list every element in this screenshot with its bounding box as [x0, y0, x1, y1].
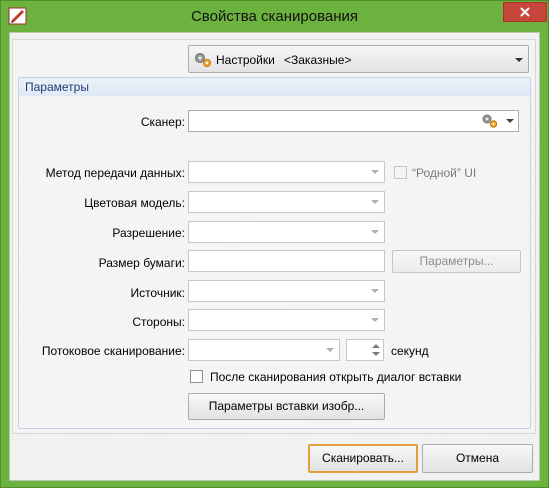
source-label: Источник:: [130, 286, 185, 300]
transfer-method-dropdown[interactable]: [188, 161, 385, 183]
sides-label: Стороны:: [132, 315, 185, 329]
color-model-dropdown[interactable]: [188, 191, 385, 213]
native-ui-checkbox[interactable]: [394, 166, 407, 179]
source-dropdown[interactable]: [188, 280, 385, 302]
paper-size-field[interactable]: [188, 250, 385, 272]
paper-size-label: Размер бумаги:: [98, 256, 185, 270]
chevron-down-icon: [515, 58, 523, 62]
sides-dropdown[interactable]: [188, 309, 385, 331]
seconds-spinner[interactable]: [346, 339, 384, 361]
chevron-down-icon: [371, 230, 379, 234]
parameters-group-title: Параметры: [25, 80, 89, 94]
close-button[interactable]: [503, 2, 547, 22]
after-scan-checkbox[interactable]: [190, 370, 203, 383]
stream-scanning-label: Потоковое сканирование:: [41, 344, 185, 358]
chevron-down-icon: [371, 170, 379, 174]
presets-dropdown[interactable]: Настройки <Заказные>: [188, 45, 529, 73]
transfer-method-label: Метод передачи данных:: [45, 166, 185, 180]
paper-params-button[interactable]: Параметры...: [392, 250, 521, 273]
chevron-down-icon: [326, 348, 334, 352]
title-bar[interactable]: Свойства сканирования: [1, 1, 548, 32]
seconds-label: секунд: [391, 344, 429, 358]
scanner-label: Сканер:: [140, 115, 185, 129]
color-model-label: Цветовая модель:: [84, 196, 185, 210]
stream-scanning-dropdown[interactable]: [188, 339, 340, 361]
window-title: Свойства сканирования: [190, 8, 359, 25]
presets-label: Настройки: [216, 53, 275, 67]
spin-down-icon[interactable]: [372, 352, 380, 356]
native-ui-label: “Родной” UI: [412, 166, 477, 180]
parameters-group-header: [19, 78, 530, 96]
close-icon: [520, 7, 530, 17]
chevron-down-icon: [371, 289, 379, 293]
spin-up-icon[interactable]: [372, 344, 380, 348]
cancel-button[interactable]: Отмена: [422, 444, 533, 473]
scanner-settings-icon: [482, 114, 498, 128]
scanner-dropdown[interactable]: [188, 110, 519, 132]
insert-image-params-button[interactable]: Параметры вставки изобр...: [188, 393, 385, 420]
chevron-down-icon: [371, 200, 379, 204]
resolution-label: Разрешение:: [112, 226, 185, 240]
after-scan-label: После сканирования открыть диалог вставк…: [210, 370, 462, 384]
resolution-dropdown[interactable]: [188, 221, 385, 243]
gear-icon: [195, 53, 211, 67]
presets-value: <Заказные>: [284, 53, 352, 67]
chevron-down-icon: [506, 119, 514, 123]
chevron-down-icon: [371, 318, 379, 322]
scan-button[interactable]: Сканировать...: [308, 444, 418, 473]
